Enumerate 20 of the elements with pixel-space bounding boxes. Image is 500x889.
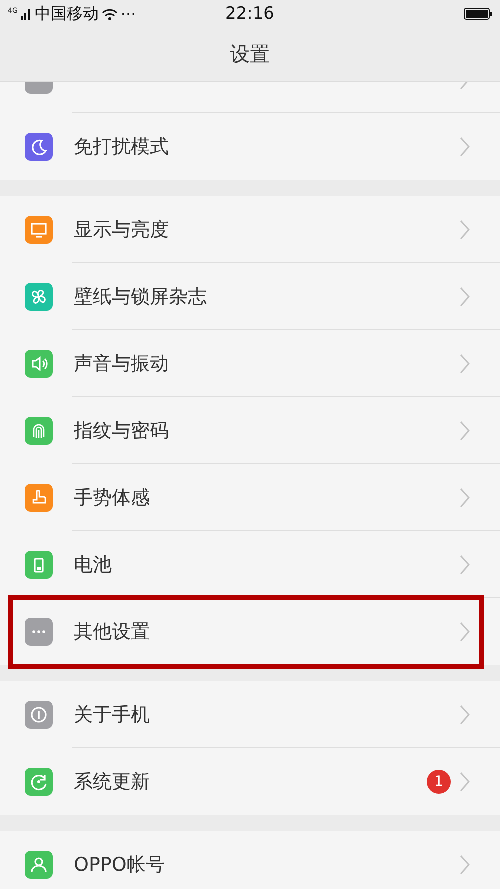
page-title: 设置 — [230, 41, 270, 68]
setting-label: 壁纸与锁屏杂志 — [74, 284, 208, 310]
setting-label: 显示与亮度 — [74, 218, 170, 242]
setting-label: 指纹与密码 — [74, 418, 170, 444]
setting-label: 手势体感 — [74, 486, 151, 510]
settings-row[interactable] — [0, 82, 500, 113]
setting-label: 声音与振动 — [74, 352, 170, 376]
setting-label: 免打扰模式 — [74, 134, 170, 160]
setting-label: 电池 — [74, 552, 113, 578]
setting-label: 系统更新 — [74, 770, 151, 794]
clock: 22:16 — [226, 4, 274, 24]
battery-icon — [464, 8, 492, 20]
more-indicator: ··· — [120, 4, 136, 24]
signal-icon — [20, 8, 32, 20]
notification-badge: 1 — [427, 770, 451, 794]
wifi-icon — [102, 8, 118, 20]
setting-label: 其他设置 — [74, 620, 151, 644]
setting-label: OPPO帐号 — [74, 852, 166, 878]
carrier-name: 中国移动 — [34, 4, 99, 24]
setting-label: 关于手机 — [74, 702, 151, 728]
